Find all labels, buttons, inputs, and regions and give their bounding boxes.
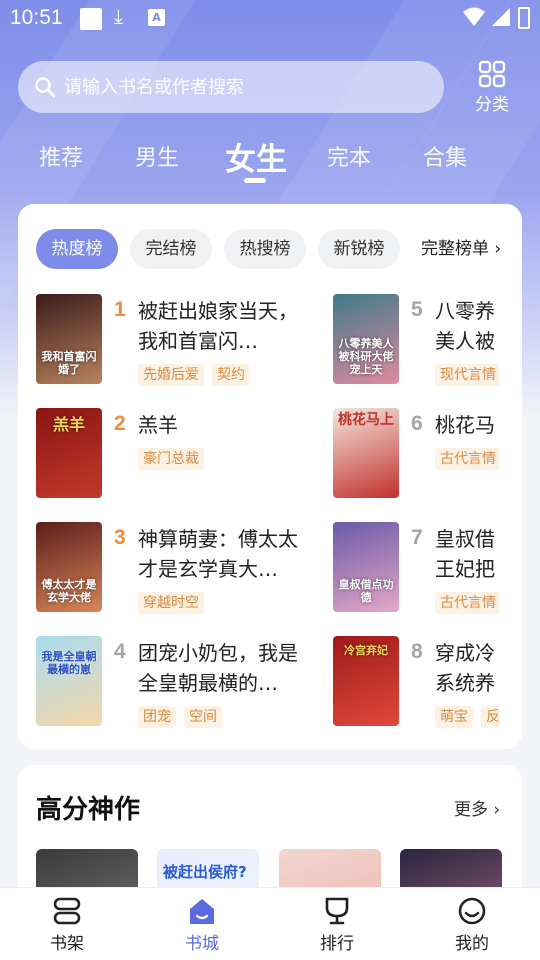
book-cover: 我和首富闪婚了 <box>36 294 102 384</box>
app-notification-icon: A <box>148 9 165 26</box>
book-item[interactable]: 皇叔借点功德 7 皇叔借王妃把 古代言情 <box>333 522 522 618</box>
search-input[interactable] <box>64 61 434 113</box>
book-title: 羔羊 <box>138 413 178 437</box>
cover-title: 傅太太才是玄学大佬 <box>41 578 97 604</box>
chevron-right-icon: › <box>488 800 501 820</box>
book-cover: 傅太太才是玄学大佬 <box>36 522 102 612</box>
book-item[interactable]: 我和首富闪婚了 1 被赶出娘家当天，我和首富闪… 先婚后爱 契约 <box>36 294 298 390</box>
book-tag: 契约 <box>212 364 250 386</box>
book-title: 皇叔借王妃把 <box>435 527 495 581</box>
cover-title: 羔羊 <box>52 415 85 434</box>
tab-female[interactable]: 女生 <box>225 134 287 179</box>
book-item[interactable]: 桃花马上 6 桃花马 古代言情 <box>333 408 522 504</box>
search-icon <box>35 77 56 98</box>
cover-title: 桃花马上 <box>338 412 394 428</box>
grid-icon <box>478 60 506 88</box>
tab-indicator <box>244 178 266 183</box>
rank-number: 5 <box>411 298 423 321</box>
chevron-right-icon: › <box>489 239 502 259</box>
rank-number: 2 <box>114 412 126 435</box>
bottom-navigation: 书架 书城 排行 我的 <box>0 887 540 960</box>
book-item[interactable]: 冷宫弃妃 8 穿成冷系统养 萌宝反 <box>333 636 522 732</box>
book-title: 穿成冷系统养 <box>435 641 495 695</box>
nav-bookshelf[interactable]: 书架 <box>22 896 112 954</box>
book-tag: 古代言情 <box>435 592 499 614</box>
full-ranking-link[interactable]: 完整榜单 › <box>421 229 501 269</box>
tab-completed[interactable]: 完本 <box>327 140 371 172</box>
rank-number: 3 <box>114 526 126 549</box>
book-tag: 现代言情 <box>435 364 499 386</box>
cover-title: 我和首富闪婚了 <box>41 350 97 376</box>
chip-hot[interactable]: 热度榜 <box>36 229 118 269</box>
book-cover: 我是全皇朝最横的崽 <box>36 636 102 726</box>
nav-label: 书城 <box>185 934 219 954</box>
bookshelf-icon <box>53 897 81 925</box>
cover-title: 八零养美人被科研大佬宠上天 <box>338 337 394 376</box>
chip-completed[interactable]: 完结榜 <box>130 229 212 269</box>
chip-trending-search[interactable]: 热搜榜 <box>224 229 306 269</box>
rank-number: 8 <box>411 640 423 663</box>
tab-male[interactable]: 男生 <box>135 140 179 172</box>
nav-label: 排行 <box>320 934 354 954</box>
book-tag: 古代言情 <box>435 448 499 470</box>
book-tag: 反 <box>481 706 499 728</box>
rank-number: 4 <box>114 640 126 663</box>
book-item[interactable]: 羔羊 2 羔羊 豪门总裁 <box>36 408 276 504</box>
book-tag: 先婚后爱 <box>138 364 204 386</box>
rank-number: 7 <box>411 526 423 549</box>
nav-label: 书架 <box>50 934 84 954</box>
book-title: 团宠小奶包，我是全皇朝最横的… <box>138 641 298 695</box>
book-tag: 空间 <box>184 706 222 728</box>
signal-icon <box>492 8 510 26</box>
book-cover: 皇叔借点功德 <box>333 522 399 612</box>
ranking-card: 热度榜 完结榜 热搜榜 新锐榜 完整榜单 › 我和首富闪婚了 1 被赶出娘家当天… <box>18 204 522 749</box>
book-tag: 穿越时空 <box>138 592 204 614</box>
full-ranking-label: 完整榜单 <box>421 239 489 259</box>
book-cover: 桃花马上 <box>333 408 399 498</box>
book-cover: 八零养美人被科研大佬宠上天 <box>333 294 399 384</box>
nav-bookstore[interactable]: 书城 <box>157 896 247 954</box>
book-title: 被赶出娘家当天，我和首富闪… <box>138 299 298 353</box>
chip-new[interactable]: 新锐榜 <box>318 229 400 269</box>
battery-icon <box>518 7 530 29</box>
book-item[interactable]: 我是全皇朝最横的崽 4 团宠小奶包，我是全皇朝最横的… 团宠 空间 <box>36 636 298 732</box>
category-label: 分类 <box>475 95 509 115</box>
book-title: 八零养美人被 <box>435 299 495 353</box>
book-tag: 团宠 <box>138 706 176 728</box>
cover-title: 我是全皇朝最横的崽 <box>41 650 97 676</box>
status-bar: 10:51 ⤓ A <box>0 0 540 38</box>
tab-collection[interactable]: 合集 <box>423 140 467 172</box>
nav-ranking[interactable]: 排行 <box>292 896 382 954</box>
rank-number: 6 <box>411 412 423 435</box>
download-icon: ⤓ <box>114 4 123 28</box>
book-item[interactable]: 傅太太才是玄学大佬 3 神算萌妻：傅太太才是玄学真大… 穿越时空 <box>36 522 298 618</box>
book-title: 桃花马 <box>435 413 495 437</box>
section-title: 高分神作 <box>36 795 141 825</box>
book-cover: 冷宫弃妃 <box>333 636 399 726</box>
cover-title: 皇叔借点功德 <box>338 578 394 604</box>
more-label: 更多 <box>454 800 488 820</box>
channel-tabs: 推荐 男生 女生 完本 合集 <box>0 130 540 190</box>
notification-icon <box>80 8 102 30</box>
book-item[interactable]: 八零养美人被科研大佬宠上天 5 八零养美人被 现代言情 <box>333 294 522 390</box>
search-bar[interactable] <box>18 61 444 113</box>
cover-title: 冷宫弃妃 <box>344 644 388 657</box>
book-cover: 羔羊 <box>36 408 102 498</box>
book-tag: 萌宝 <box>435 706 473 728</box>
nav-profile[interactable]: 我的 <box>427 896 517 954</box>
cover-title: 被赶出侯府? <box>163 863 247 881</box>
tab-recommend[interactable]: 推荐 <box>39 140 83 172</box>
rank-number: 1 <box>114 298 126 321</box>
book-tag: 豪门总裁 <box>138 448 204 470</box>
profile-icon <box>458 897 486 925</box>
nav-label: 我的 <box>455 934 489 954</box>
status-time: 10:51 <box>10 6 63 29</box>
category-button[interactable]: 分类 <box>468 60 516 116</box>
trophy-icon <box>325 897 349 925</box>
bookstore-icon <box>190 899 214 924</box>
wifi-icon <box>463 7 485 26</box>
book-title: 神算萌妻：傅太太才是玄学真大… <box>138 527 298 581</box>
more-link[interactable]: 更多 › <box>454 795 500 820</box>
